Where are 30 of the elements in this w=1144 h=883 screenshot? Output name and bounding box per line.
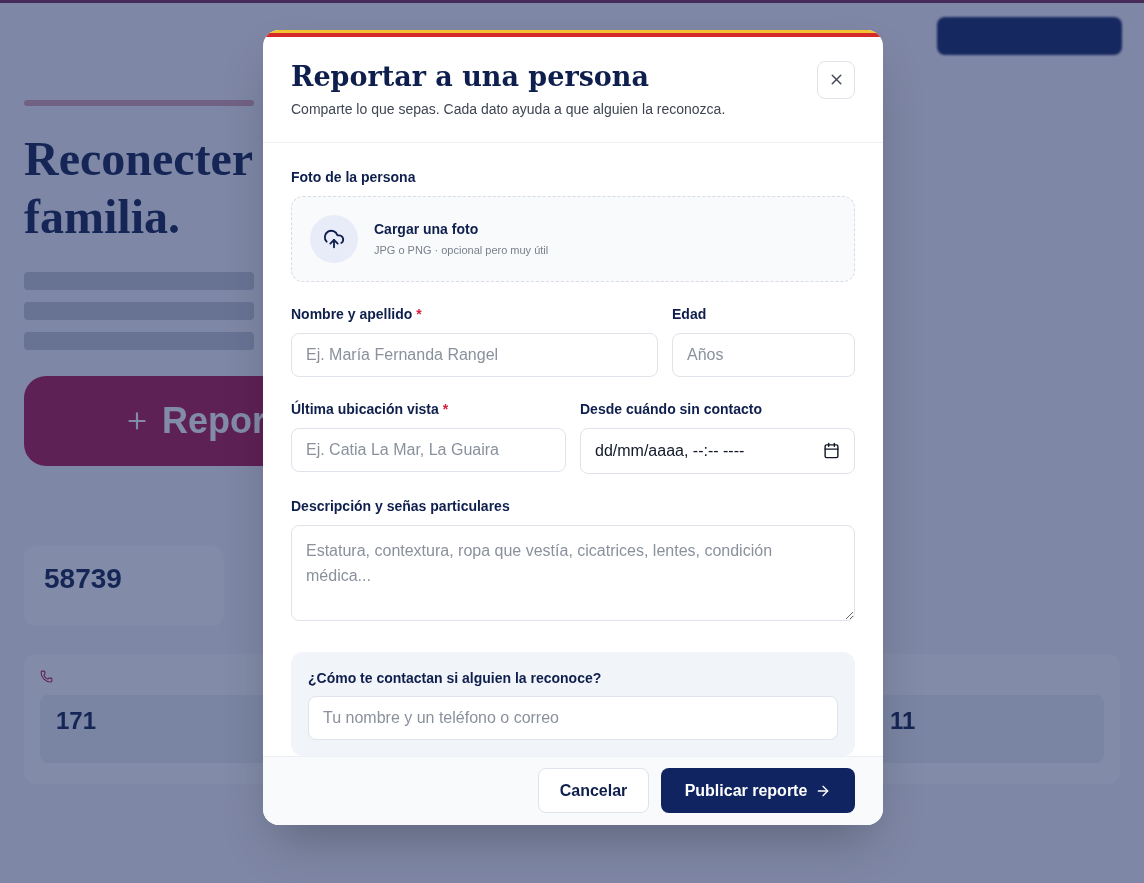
text-field[interactable]: Ej. María Fernanda Rangel: [291, 332, 658, 377]
phone-number: 11: [890, 707, 916, 734]
dialog-subtitle: Comparte lo que sepas. Cada dato ayuda a que alguien la reconozca.: [291, 99, 726, 119]
stat-value: 58739: [44, 562, 123, 596]
submit-button[interactable]: Publicar reporte: [661, 768, 855, 814]
field-label: Descripción y señas particulares: [291, 496, 510, 516]
text-field[interactable]: Ej. Catia La Mar, La Guaira: [291, 427, 566, 472]
field-label: Desde cuándo sin contacto: [580, 399, 763, 419]
close-button[interactable]: [817, 60, 855, 99]
upload-action: Cargar una foto: [374, 219, 480, 239]
date-value: dd/mm/aaaa, --:-- ----: [595, 440, 745, 461]
field-label: Nombre y apellido *: [291, 304, 422, 324]
calendar-icon[interactable]: [823, 442, 840, 460]
date-field[interactable]: dd/mm/aaaa, --:-- ----: [580, 427, 855, 474]
cancel-button[interactable]: Cancelar: [538, 768, 649, 814]
phone-icon: [40, 670, 53, 683]
text-field[interactable]: Años: [672, 332, 855, 377]
field-label: Edad: [672, 304, 707, 324]
headline: familia.: [24, 189, 180, 245]
upload-icon: [310, 214, 358, 263]
headline: Reconecter: [24, 131, 254, 187]
contact-field[interactable]: Tu nombre y un teléfono o correo: [308, 695, 838, 740]
report-button[interactable]: [937, 17, 1122, 55]
description-field[interactable]: Estatura, contextura, ropa que vestía, cicatrices, lentes, condición médica...: [291, 524, 855, 621]
phone-number: 171: [56, 707, 97, 734]
photo-label: Foto de la persona: [291, 167, 417, 187]
dialog-title: Reportar a una persona: [291, 59, 650, 94]
contact-label: ¿Cómo te contactan si alguien la reconoce?: [308, 668, 603, 688]
photo-upload-area[interactable]: Cargar una foto JPG o PNG · opcional pero muy útil: [291, 195, 855, 282]
upload-hint: JPG o PNG · opcional pero muy útil: [374, 242, 549, 258]
